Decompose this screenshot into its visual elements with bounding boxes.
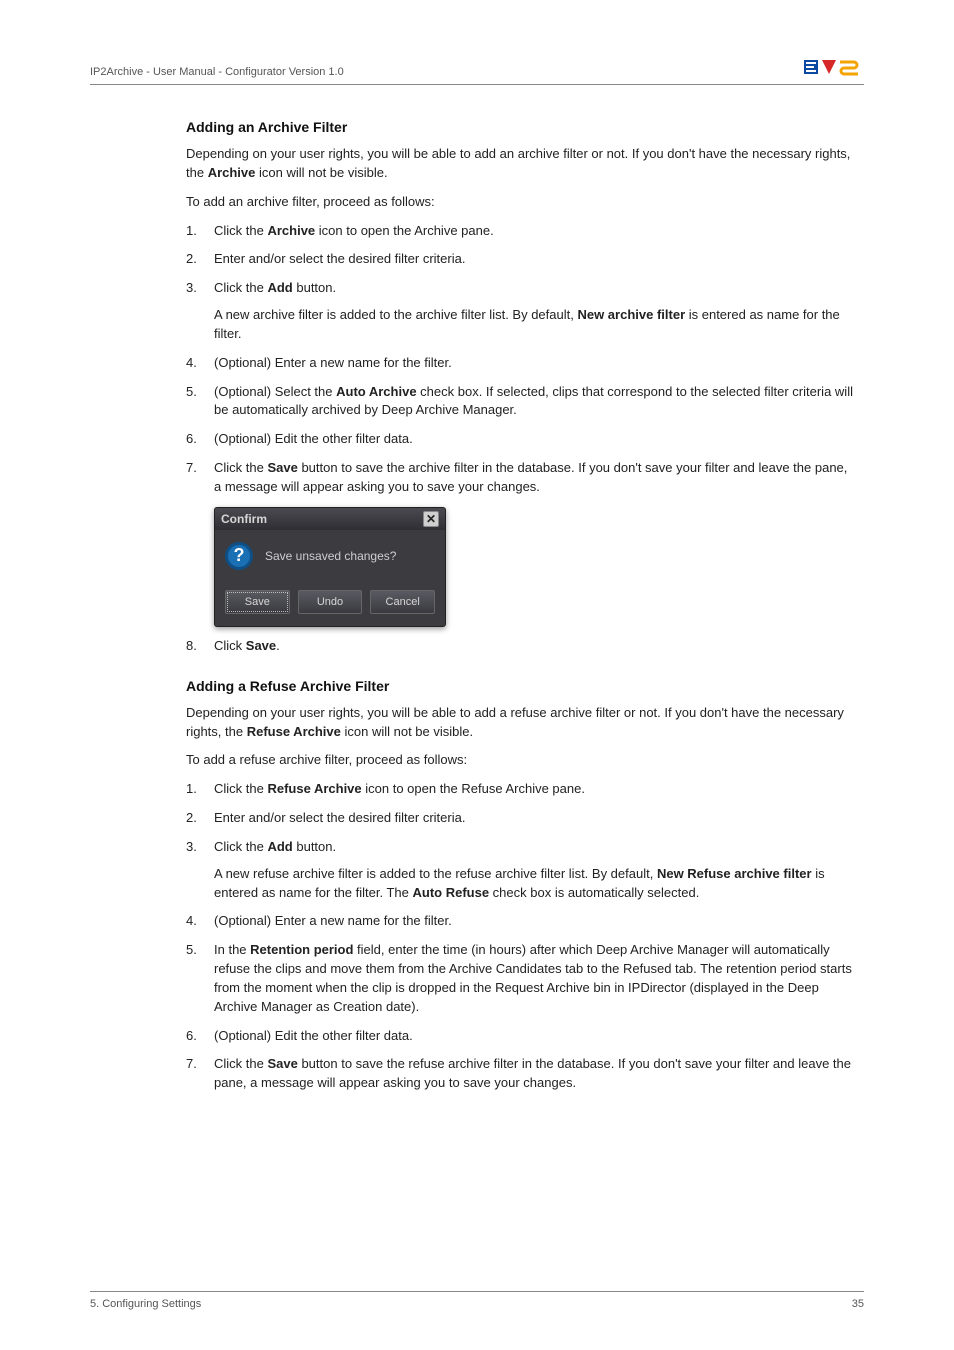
dialog-titlebar: Confirm ✕	[215, 508, 445, 530]
text: button to save the archive filter in the…	[214, 460, 847, 494]
evs-logo	[804, 56, 864, 78]
step: (Optional) Edit the other filter data.	[186, 430, 854, 449]
page-footer: 5. Configuring Settings 35	[90, 1291, 864, 1310]
text-bold: New archive filter	[577, 307, 685, 322]
text: icon to open the Refuse Archive pane.	[362, 781, 585, 796]
text: (Optional) Edit the other filter data.	[214, 1028, 413, 1043]
text: Click the	[214, 1056, 267, 1071]
confirm-dialog-screenshot: Confirm ✕ ? Save unsaved changes? Save U…	[214, 507, 854, 627]
step-body: A new archive filter is added to the arc…	[214, 306, 854, 344]
step: In the Retention period field, enter the…	[186, 941, 854, 1016]
text-bold: Refuse Archive	[247, 724, 341, 739]
section1-lead: To add an archive filter, proceed as fol…	[186, 193, 854, 212]
main-content: Adding an Archive Filter Depending on yo…	[186, 119, 854, 1093]
text: (Optional) Enter a new name for the filt…	[214, 355, 452, 370]
text: Click the	[214, 280, 267, 295]
dialog-body: ? Save unsaved changes?	[215, 530, 445, 582]
text: Enter and/or select the desired filter c…	[214, 810, 465, 825]
section2-lead: To add a refuse archive filter, proceed …	[186, 751, 854, 770]
text: icon will not be visible.	[341, 724, 473, 739]
step: (Optional) Enter a new name for the filt…	[186, 354, 854, 373]
text-bold: Auto Refuse	[413, 885, 490, 900]
footer-page-number: 35	[852, 1298, 864, 1310]
dialog-buttons: Save Undo Cancel	[215, 582, 445, 626]
text: A new archive filter is added to the arc…	[214, 307, 577, 322]
step: Enter and/or select the desired filter c…	[186, 809, 854, 828]
save-button[interactable]: Save	[225, 590, 290, 614]
text: button.	[293, 839, 336, 854]
dialog-message: Save unsaved changes?	[265, 549, 396, 563]
text: Click the	[214, 781, 267, 796]
text: In the	[214, 942, 250, 957]
step: Click the Add button. A new refuse archi…	[186, 838, 854, 903]
step: (Optional) Edit the other filter data.	[186, 1027, 854, 1046]
section1-steps-cont: Click Save.	[186, 637, 854, 656]
section1-heading: Adding an Archive Filter	[186, 119, 854, 135]
section2-steps: Click the Refuse Archive icon to open th…	[186, 780, 854, 1093]
step: Click the Add button. A new archive filt…	[186, 279, 854, 344]
text: icon to open the Archive pane.	[315, 223, 494, 238]
text: Click the	[214, 460, 267, 475]
text-bold: Save	[267, 1056, 297, 1071]
footer-left: 5. Configuring Settings	[90, 1298, 201, 1310]
step-body: A new refuse archive filter is added to …	[214, 865, 854, 903]
text: A new refuse archive filter is added to …	[214, 866, 657, 881]
text: Enter and/or select the desired filter c…	[214, 251, 465, 266]
step: (Optional) Select the Auto Archive check…	[186, 383, 854, 421]
text-bold: Archive	[208, 165, 256, 180]
section1-steps: Click the Archive icon to open the Archi…	[186, 222, 854, 497]
header-left-text: IP2Archive - User Manual - Configurator …	[90, 66, 344, 78]
confirm-dialog: Confirm ✕ ? Save unsaved changes? Save U…	[214, 507, 446, 627]
text: Click	[214, 638, 246, 653]
text: check box is automatically selected.	[489, 885, 699, 900]
step: Click the Refuse Archive icon to open th…	[186, 780, 854, 799]
text: button.	[293, 280, 336, 295]
text: Click the	[214, 223, 267, 238]
page-header: IP2Archive - User Manual - Configurator …	[90, 56, 864, 85]
text: (Optional) Select the	[214, 384, 336, 399]
text: .	[276, 638, 280, 653]
section2-intro: Depending on your user rights, you will …	[186, 704, 854, 742]
step: Enter and/or select the desired filter c…	[186, 250, 854, 269]
text: icon will not be visible.	[255, 165, 387, 180]
text-bold: Refuse Archive	[267, 781, 361, 796]
text: (Optional) Enter a new name for the filt…	[214, 913, 452, 928]
text-bold: New Refuse archive filter	[657, 866, 812, 881]
step: Click the Save button to save the archiv…	[186, 459, 854, 497]
step: Click the Save button to save the refuse…	[186, 1055, 854, 1093]
text-bold: Archive	[267, 223, 315, 238]
step: (Optional) Enter a new name for the filt…	[186, 912, 854, 931]
text-bold: Save	[267, 460, 297, 475]
undo-button[interactable]: Undo	[298, 590, 363, 614]
text-bold: Add	[267, 280, 292, 295]
step: Click Save.	[186, 637, 854, 656]
text-bold: Save	[246, 638, 276, 653]
close-icon[interactable]: ✕	[423, 511, 439, 527]
step: Click the Archive icon to open the Archi…	[186, 222, 854, 241]
section2-heading: Adding a Refuse Archive Filter	[186, 678, 854, 694]
text: (Optional) Edit the other filter data.	[214, 431, 413, 446]
question-icon: ?	[225, 542, 253, 570]
section1-intro: Depending on your user rights, you will …	[186, 145, 854, 183]
cancel-button[interactable]: Cancel	[370, 590, 435, 614]
text: button to save the refuse archive filter…	[214, 1056, 851, 1090]
text-bold: Retention period	[250, 942, 353, 957]
dialog-title: Confirm	[221, 512, 267, 526]
text-bold: Auto Archive	[336, 384, 416, 399]
text-bold: Add	[267, 839, 292, 854]
text: Click the	[214, 839, 267, 854]
